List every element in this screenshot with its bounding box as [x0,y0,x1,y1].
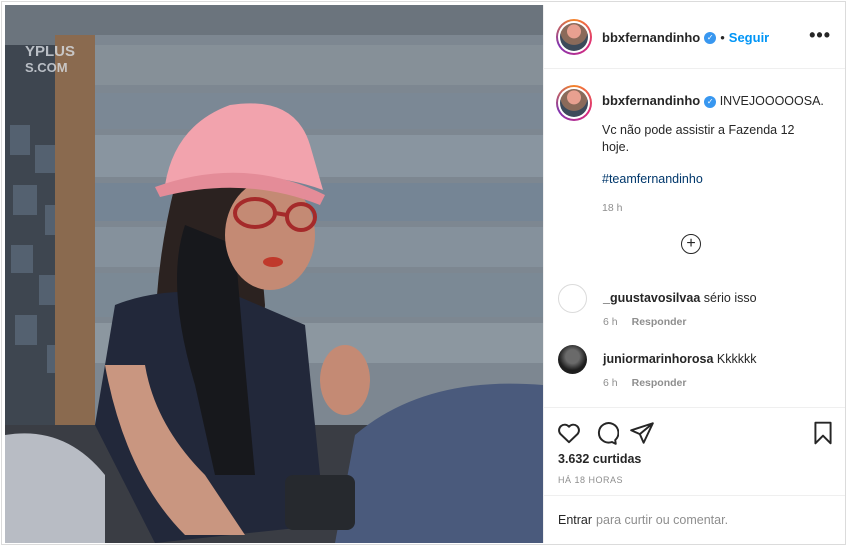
separator-dot: • [720,30,725,45]
watermark-subtext: S.COM [25,60,68,75]
share-icon[interactable] [629,420,655,446]
comment-username[interactable]: _guustavosilvaa [603,291,700,305]
post-actions: 3.632 curtidas HÁ 18 HORAS Entrar para c… [544,407,845,543]
caption-author-avatar[interactable] [556,85,592,121]
post-photo [5,5,543,543]
comment-time: 6 h [603,316,618,328]
heart-icon[interactable] [556,420,582,446]
reply-button[interactable]: Responder [632,377,687,389]
comment-avatar[interactable] [558,345,587,374]
login-prompt-text: para curtir ou comentar. [596,513,729,527]
author-username[interactable]: bbxfernandinho [602,30,700,45]
author-avatar[interactable] [556,19,592,55]
comment-avatar[interactable] [558,284,587,313]
post-side-panel: bbxfernandinho ✓ • Seguir ••• bbxfernandinh… [543,5,845,543]
author-avatar-image [560,23,588,51]
comment-time: 6 h [603,377,618,389]
watermark-text: YPLUS [25,43,76,60]
post-timestamp: HÁ 18 HORAS [558,475,624,485]
verified-badge-icon: ✓ [704,31,717,44]
caption-verified-badge-icon: ✓ [704,95,717,108]
likes-count[interactable]: 3.632 curtidas [558,452,641,466]
post-dialog: YPLUS S.COM bbxfernandinho ✓ • Seguir ••• b… [1,1,846,545]
caption-time: 18 h [602,202,623,214]
caption-body: Vc não pode assistir a Fazenda 12 hoje. [602,123,795,154]
caption-hashtag[interactable]: #teamfernandinho [602,172,703,186]
caption-username[interactable]: bbxfernandinho [602,93,700,108]
follow-button[interactable]: Seguir [729,30,769,45]
load-more-comments-icon[interactable]: + [681,234,701,254]
comment-text: Kkkkkk [716,352,757,366]
comment-username[interactable]: juniormarinhorosa [603,352,713,366]
post-image[interactable]: YPLUS S.COM [5,5,543,543]
login-prompt: Entrar para curtir ou comentar. [544,495,845,544]
post-caption: bbxfernandinho ✓ INVEJOOOOOSA. Vc não pod… [602,92,832,214]
more-options-icon[interactable]: ••• [809,26,831,44]
bookmark-icon[interactable] [810,420,836,446]
comment-icon[interactable] [593,420,619,446]
post-header: bbxfernandinho ✓ • Seguir ••• [544,5,845,69]
reply-button[interactable]: Responder [632,316,687,328]
caption-avatar-image [560,89,588,117]
comment-text: sério isso [703,291,757,305]
caption-headline: INVEJOOOOOSA. [719,94,824,108]
login-link[interactable]: Entrar [558,513,592,527]
watermark: YPLUS S.COM [25,43,75,75]
